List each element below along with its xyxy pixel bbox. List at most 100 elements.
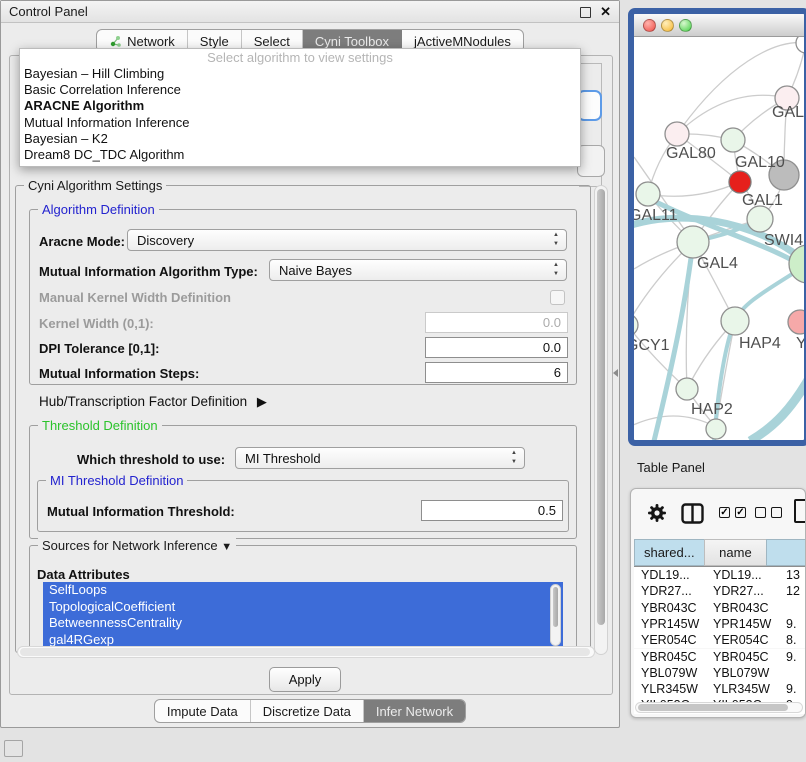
node-red-selected[interactable] [729,171,751,193]
mi-type-select[interactable]: Naive Bayes ▲▼ [269,259,567,281]
bottom-tab-group: Impute Data Discretize Data Infer Networ… [154,699,466,723]
bottom-tabbar: Impute Data Discretize Data Infer Networ… [1,699,619,723]
node-label: GAL4 [697,255,738,272]
attribute-item[interactable]: TopologicalCoefficient [43,599,563,616]
control-panel-titlebar: Control Panel ✕ [1,1,619,23]
node-partial-top[interactable] [796,37,804,53]
tab-impute-data[interactable]: Impute Data [155,700,251,722]
algorithm-dropdown-popup: Select algorithm to view settings Bayesi… [19,48,581,167]
node-gal11[interactable] [636,182,660,206]
spinner-arrows-icon: ▲▼ [553,231,559,249]
table-row[interactable]: YBR043C YBR043C [634,600,805,616]
mi-threshold-group-title: MI Threshold Definition [46,473,187,488]
table-row[interactable]: YLR345W YLR345W 9. [634,681,805,697]
checked-box-icon[interactable]: ✓ [719,507,730,518]
node-gal4[interactable] [677,226,709,258]
mi-threshold-input[interactable]: 0.5 [421,500,563,521]
attribute-item[interactable]: BetweennessCentrality [43,615,563,632]
aracne-mode-value: Discovery [137,233,194,248]
cell-shared: YBR043C [641,601,697,615]
settings-horizontal-scrollbar[interactable] [17,646,595,658]
node-hap2[interactable] [676,378,698,400]
table-row[interactable]: YER054C YER054C 8. [634,632,805,648]
tab-discretize-data[interactable]: Discretize Data [251,700,364,722]
algorithm-option[interactable]: Dream8 DC_TDC Algorithm [20,147,580,163]
node-label: GAL1 [742,192,783,209]
spinner-arrows-icon: ▲▼ [553,261,559,279]
table-panel-title: Table Panel [637,460,705,475]
algorithm-option[interactable]: Basic Correlation Inference [20,82,580,98]
tab-infer-network[interactable]: Infer Network [364,700,465,722]
cell-value: 13 [786,568,800,582]
close-icon[interactable]: ✕ [600,4,611,20]
unchecked-box-icon[interactable] [771,507,782,518]
mi-steps-input[interactable]: 6 [425,362,568,383]
node-gal1[interactable] [747,206,773,232]
node-partial-bottom[interactable] [706,419,726,439]
hub-definition-toggle[interactable]: Hub/Transcription Factor Definition ▶ [39,394,261,410]
column-header-shared-name[interactable]: shared... [634,539,704,566]
aracne-mode-select[interactable]: Discovery ▲▼ [127,229,567,251]
gear-icon[interactable] [647,503,667,523]
which-threshold-select[interactable]: MI Threshold ▲▼ [235,447,525,469]
dpi-tolerance-input[interactable]: 0.0 [425,337,568,358]
table-row[interactable]: YDL19... YDL19... 13 [634,567,805,583]
cell-value: 9. [786,682,796,696]
node-gcy1[interactable] [634,314,638,336]
unchecked-box-icon[interactable] [755,507,766,518]
sources-title-text: Sources for Network Inference [42,538,218,553]
table-horizontal-scrollbar[interactable] [635,702,803,713]
table-row[interactable]: YPR145W YPR145W 9. [634,616,805,632]
spinner-arrows-icon: ▲▼ [511,449,517,467]
algorithm-placeholder: Select algorithm to view settings [20,49,580,66]
close-traffic-light[interactable] [643,19,656,32]
settings-vertical-scrollbar[interactable] [594,185,608,655]
new-table-icon[interactable] [794,499,806,523]
cell-name: YPR145W [713,617,771,631]
node-label: SWI4 [764,232,803,249]
manual-kernel-checkbox[interactable] [550,290,565,305]
mi-threshold-label: Mutual Information Threshold: [47,504,235,519]
table-row[interactable]: YDR27... YDR27... 12 [634,583,805,599]
cell-name: YBR043C [713,601,769,615]
node-hap4[interactable] [721,307,749,335]
aracne-mode-label: Aracne Mode: [39,234,125,249]
sources-group-title[interactable]: Sources for Network Inference ▼ [38,538,236,553]
column-header-partial[interactable] [766,539,805,566]
column-header-name[interactable]: name [704,539,767,566]
checked-box-icon[interactable]: ✓ [735,507,746,518]
panel-title: Control Panel [9,4,88,19]
minimize-traffic-light[interactable] [661,19,674,32]
float-panel-icon[interactable] [580,7,591,18]
algorithm-option[interactable]: Bayesian – Hill Climbing [20,66,580,82]
node-gal80[interactable] [665,122,689,146]
kernel-width-input[interactable]: 0.0 [425,312,568,333]
node-y-pink[interactable] [788,310,804,334]
mi-type-label: Mutual Information Algorithm Type: [39,264,258,279]
column-browser-icon[interactable] [681,503,704,524]
data-attributes-label: Data Attributes [37,567,130,582]
table-row[interactable]: YBL079W YBL079W [634,665,805,681]
zoom-traffic-light[interactable] [679,19,692,32]
tab-infer-label: Infer Network [376,704,453,719]
kernel-width-value: 0.0 [543,315,561,330]
apply-button[interactable]: Apply [269,667,341,692]
algorithm-option[interactable]: Bayesian – K2 [20,131,580,147]
which-threshold-label: Which threshold to use: [77,452,225,467]
panel-resize-handle[interactable] [613,369,618,377]
mi-steps-value: 6 [554,365,561,380]
algorithm-option-selected[interactable]: ARACNE Algorithm [20,98,580,114]
attributes-vertical-scrollbar[interactable] [550,584,561,646]
tab-discretize-label: Discretize Data [263,704,351,719]
cell-name: YDR27... [713,584,764,598]
algorithm-option[interactable]: Mutual Information Inference [20,115,580,131]
apply-button-label: Apply [289,672,322,687]
attribute-item[interactable]: SelfLoops [43,582,563,599]
tab-impute-label: Impute Data [167,704,238,719]
minimized-panel-icon[interactable] [4,740,23,757]
table-row[interactable]: YBR045C YBR045C 9. [634,649,805,665]
node-gal10[interactable] [721,128,745,152]
tab-network-label: Network [127,34,175,49]
network-canvas[interactable]: GAL GAL80 GAL10 GAL1 GAL11 SWI4 GAL4 GCY… [634,37,804,441]
table-header-row: shared... name [634,539,805,567]
